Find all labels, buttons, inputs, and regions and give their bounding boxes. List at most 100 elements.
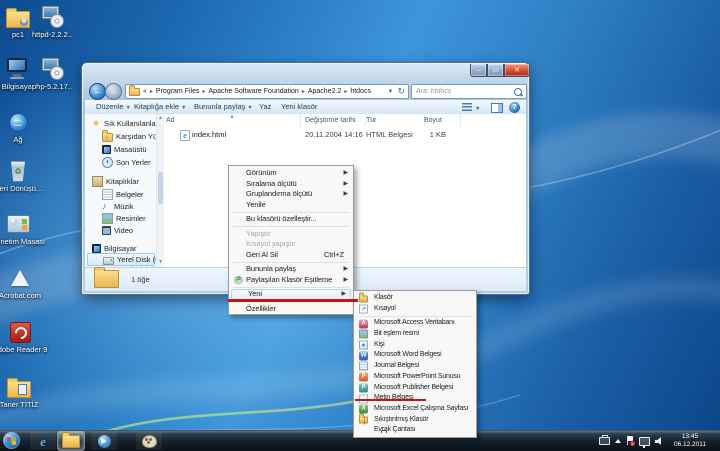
column-header-date[interactable]: Değiştirme tarihi <box>297 114 366 127</box>
sidebar-group-favorites[interactable]: ★Sık Kullanılanlar <box>92 118 156 129</box>
desktop-icon-acrobat-com[interactable]: Acrobat.com <box>0 266 48 301</box>
sidebar-item-recent-places[interactable]: Son Yerler <box>102 157 151 168</box>
toolbar-yaz[interactable]: Yaz <box>259 100 271 114</box>
desktop-icon-adobe-reader[interactable]: Adobe Reader 9 <box>0 320 48 355</box>
breadcrumb-htdocs[interactable]: htdocs <box>350 88 371 95</box>
preview-pane-icon[interactable] <box>491 103 503 113</box>
submenu-item-evrak-cantasi[interactable]: Evrak Çantası <box>355 425 475 436</box>
file-row-index-html[interactable]: e index.html 20.11.2004 14:16 HTML Belge… <box>163 129 526 141</box>
refresh-icon[interactable]: ↻ <box>397 87 405 96</box>
search-box[interactable]: Ara: htdocs <box>411 84 527 99</box>
submenu-item-excel[interactable]: XMicrosoft Excel Çalışma Sayfası <box>355 404 475 415</box>
menu-item-yapistir: Yapıştır <box>230 229 352 240</box>
taskbar-paint[interactable] <box>136 432 162 450</box>
submenu-item-word[interactable]: WMicrosoft Word Belgesi <box>355 350 475 361</box>
current-folder-icon <box>94 270 119 288</box>
desktop-icon-recycle-bin[interactable]: ♻ Geri Dönüşü... <box>0 159 46 194</box>
command-toolbar: Düzenle▼ Kitaplığa ekle▼ Bununla paylaş▼… <box>85 100 526 115</box>
minimize-button[interactable]: – <box>470 64 487 77</box>
action-center-flag-icon[interactable]: x <box>626 436 634 446</box>
taskbar-media-player[interactable]: ▶ <box>91 432 117 450</box>
menu-item-geri-al-sil[interactable]: Geri Al SilCtrl+Z <box>230 250 352 261</box>
menu-item-siralama-olcutu[interactable]: Sıralama ölçütü▶ <box>230 179 352 190</box>
breadcrumb-apache22[interactable]: Apache2.2 <box>308 88 341 95</box>
desktop-icon-httpd-installer[interactable]: httpd-2.2.2.. <box>24 5 80 40</box>
breadcrumb-program-files[interactable]: Program Files <box>156 88 200 95</box>
help-icon[interactable]: ? <box>509 102 520 113</box>
close-button[interactable]: ✕ <box>504 64 530 77</box>
menu-item-gorunum[interactable]: Görünüm▶ <box>230 168 352 179</box>
journal-icon <box>359 362 368 371</box>
toolbar-kitapliga-ekle[interactable]: Kitaplığa ekle▼ <box>134 100 186 114</box>
taskbar-windows-explorer[interactable] <box>58 432 84 450</box>
volume-icon[interactable] <box>655 437 664 445</box>
music-note-icon: ♪ <box>102 202 111 211</box>
menu-item-ozellikler[interactable]: Özellikler <box>230 304 352 315</box>
item-count: 1 öğe <box>131 275 150 284</box>
chevron-down-icon[interactable]: ▼ <box>475 106 480 112</box>
file-size: 1 KB <box>415 129 446 141</box>
submenu-item-publisher[interactable]: PMicrosoft Publisher Belgesi <box>355 383 475 394</box>
file-name[interactable]: index.html <box>192 129 226 141</box>
submenu-item-powerpoint[interactable]: PMicrosoft PowerPoint Sunusu <box>355 372 475 383</box>
network-icon[interactable] <box>639 437 650 446</box>
sidebar-item-documents[interactable]: Belgeler <box>102 189 144 200</box>
start-button[interactable] <box>3 432 20 449</box>
desktop-icon-control-panel[interactable]: Denetim Masası <box>0 212 46 247</box>
menu-item-bununla-paylas[interactable]: Bununla paylaş▶ <box>230 264 352 275</box>
sidebar-item-downloads[interactable]: Karşıdan Yüklem <box>102 131 156 142</box>
sort-ascending-icon: ▲ <box>229 114 235 124</box>
address-dropdown-icon[interactable]: ▼ <box>388 89 394 95</box>
search-icon[interactable] <box>514 88 522 96</box>
recent-places-icon <box>102 157 113 168</box>
sidebar-item-desktop[interactable]: Masaüstü <box>102 144 147 155</box>
toolbar-duzenle[interactable]: Düzenle▼ <box>96 100 131 114</box>
media-player-icon: ▶ <box>98 435 111 448</box>
submenu-item-journal[interactable]: Journal Belgesi <box>355 361 475 372</box>
maximize-button[interactable]: ▭ <box>487 64 504 77</box>
submenu-item-access[interactable]: AMicrosoft Access Veritabanı <box>355 318 475 329</box>
sidebar-group-libraries[interactable]: Kitaplıklar <box>92 176 139 187</box>
menu-item-klasoru-ozellestir[interactable]: Bu klasörü özelleştir... <box>230 214 352 225</box>
installer-icon <box>39 5 65 29</box>
column-header-name[interactable]: Ad ▲ <box>163 114 301 127</box>
taskbar-internet-explorer[interactable]: e <box>30 432 56 450</box>
submenu-arrow-icon: ▶ <box>343 275 348 286</box>
menu-item-yenile[interactable]: Yenile <box>230 200 352 211</box>
breadcrumb-apache-foundation[interactable]: Apache Software Foundation <box>209 88 299 95</box>
toolbar-yeni-klasor[interactable]: Yeni klasör <box>281 100 317 114</box>
show-hidden-icons[interactable] <box>615 439 621 443</box>
picture-icon <box>102 213 113 224</box>
menu-separator <box>233 262 349 263</box>
sidebar-item-music[interactable]: ♪Müzik <box>102 201 134 212</box>
contact-icon <box>359 341 368 350</box>
desktop-icon-taner-folder[interactable]: Taner TİTİZ <box>0 375 47 410</box>
column-header-size[interactable]: Boyut <box>415 114 461 127</box>
breadcrumb-overflow[interactable]: « <box>143 88 147 95</box>
submenu-item-kisayol[interactable]: ↗Kısayol <box>355 304 475 315</box>
acrobat-icon <box>7 266 33 290</box>
desktop-icon-php-installer[interactable]: php-5.2.17.. <box>24 57 80 92</box>
submenu-arrow-icon: ▶ <box>343 168 348 179</box>
submenu-item-kisi[interactable]: Kişi <box>355 340 475 351</box>
menu-item-paylasilan-klasor-esitleme[interactable]: ⇄Paylaşılan Klasör Eşitleme▶ <box>230 275 352 286</box>
context-menu: Görünüm▶ Sıralama ölçütü▶ Gruplandırma ö… <box>228 165 354 315</box>
excel-icon: X <box>359 405 368 414</box>
desktop-icon-network[interactable]: Ağ <box>0 110 46 145</box>
sidebar-item-video[interactable]: Video <box>102 225 133 236</box>
file-type: HTML Belgesi <box>366 129 413 141</box>
address-breadcrumb-bar[interactable]: « ▸ Program Files ▸ Apache Software Foun… <box>125 84 409 99</box>
toolbar-bununla-paylas[interactable]: Bununla paylaş▼ <box>194 100 253 114</box>
taskbar-clock[interactable]: 13:45 06.12.2011 <box>666 433 714 449</box>
sidebar-item-pictures[interactable]: Resimler <box>102 213 146 224</box>
submenu-item-klasor[interactable]: Klasör <box>355 293 475 304</box>
back-button[interactable]: ← <box>89 83 106 100</box>
change-view-icon[interactable] <box>462 103 472 111</box>
device-icon[interactable] <box>599 437 610 445</box>
menu-item-gruplandirma-olcutu[interactable]: Gruplandırma ölçütü▶ <box>230 189 352 200</box>
submenu-item-sikistirilmis-klasor[interactable]: Sıkıştırılmış Klasör <box>355 415 475 426</box>
submenu-item-bitmap[interactable]: Bit eşlem resmi <box>355 329 475 340</box>
shortcut-icon: ↗ <box>359 305 368 314</box>
menu-item-yeni[interactable]: Yeni▶ <box>231 289 351 300</box>
forward-button[interactable]: → <box>105 83 122 100</box>
